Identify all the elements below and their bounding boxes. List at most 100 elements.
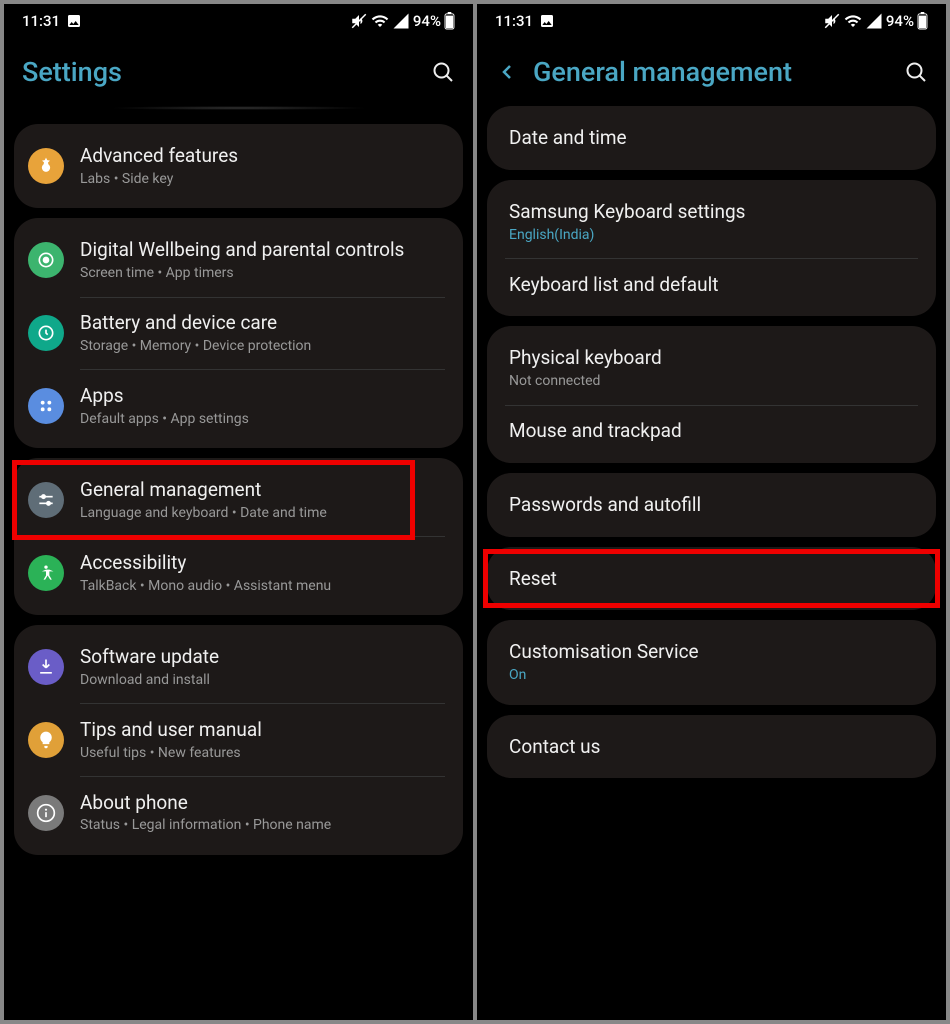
row-title: Tips and user manual bbox=[80, 718, 445, 742]
gm-group: Date and time bbox=[487, 106, 936, 170]
advanced-icon bbox=[28, 148, 64, 184]
row-text: Physical keyboard Not connected bbox=[509, 346, 918, 390]
row-text: About phone Status • Legal information • … bbox=[80, 791, 445, 835]
row-title: Customisation Service bbox=[509, 640, 918, 664]
settings-header: Settings bbox=[4, 36, 473, 106]
row-subtitle: English(India) bbox=[509, 227, 918, 245]
settings-group: General managementLanguage and keyboard … bbox=[14, 458, 463, 615]
row-subtitle: Not connected bbox=[509, 373, 918, 391]
row-title: Passwords and autofill bbox=[509, 493, 918, 517]
row-subtitle: Screen time • App timers bbox=[80, 265, 445, 283]
screenshot-icon bbox=[539, 13, 555, 29]
gm-row-contact-us[interactable]: Contact us bbox=[487, 721, 936, 773]
signal-icon bbox=[392, 12, 410, 30]
about-icon bbox=[28, 795, 64, 831]
general-management-list: Date and time Samsung Keyboard settings En… bbox=[477, 106, 946, 778]
page-title: Settings bbox=[22, 56, 417, 88]
settings-row-apps[interactable]: Apps Default apps • App settings bbox=[14, 370, 463, 442]
row-text: Keyboard list and default bbox=[509, 273, 918, 297]
row-text: Customisation Service On bbox=[509, 640, 918, 684]
row-title: Battery and device care bbox=[80, 311, 445, 335]
row-subtitle: TalkBack • Mono audio • Assistant menu bbox=[80, 578, 445, 596]
settings-list: Advanced featuresLabs • Side key Digital … bbox=[4, 124, 473, 855]
settings-row-advanced-features[interactable]: Advanced featuresLabs • Side key bbox=[14, 130, 463, 202]
row-subtitle: Useful tips • New features bbox=[80, 745, 445, 763]
settings-row-general-management[interactable]: General managementLanguage and keyboard … bbox=[14, 464, 463, 536]
battery-icon bbox=[444, 12, 455, 30]
status-bar: 11:31 94% bbox=[4, 4, 473, 36]
row-subtitle: Download and install bbox=[80, 672, 445, 690]
row-text: Date and time bbox=[509, 126, 918, 150]
row-title: Date and time bbox=[509, 126, 918, 150]
row-text: General managementLanguage and keyboard … bbox=[80, 478, 445, 522]
wifi-icon bbox=[844, 12, 862, 30]
row-subtitle: On bbox=[509, 667, 918, 685]
search-button[interactable] bbox=[904, 60, 928, 84]
wellbeing-icon bbox=[28, 242, 64, 278]
row-text: Software update Download and install bbox=[80, 645, 445, 689]
row-text: Accessibility TalkBack • Mono audio • Ass… bbox=[80, 551, 445, 595]
row-subtitle: Default apps • App settings bbox=[80, 411, 445, 429]
scroll-indicator bbox=[109, 106, 369, 110]
apps-icon bbox=[28, 388, 64, 424]
row-subtitle: Status • Legal information • Phone name bbox=[80, 817, 445, 835]
row-text: Samsung Keyboard settings English(India) bbox=[509, 200, 918, 244]
gm-row-mouse-and-trackpad[interactable]: Mouse and trackpad bbox=[487, 405, 936, 457]
settings-row-battery-and-device-care[interactable]: Battery and device care Storage • Memory … bbox=[14, 297, 463, 369]
row-title: Advanced features bbox=[80, 144, 445, 168]
gm-group: Contact us bbox=[487, 715, 936, 779]
settings-row-digital-wellbeing-and-parental-controls[interactable]: Digital Wellbeing and parental controls S… bbox=[14, 224, 463, 296]
row-title: Digital Wellbeing and parental controls bbox=[80, 238, 445, 262]
row-title: General management bbox=[80, 478, 445, 502]
settings-group: Software update Download and install Tips … bbox=[14, 625, 463, 855]
general-management-header: General management bbox=[477, 36, 946, 106]
back-button[interactable] bbox=[495, 60, 519, 84]
gm-group: Samsung Keyboard settings English(India) K… bbox=[487, 180, 936, 317]
gm-row-passwords-and-autofill[interactable]: Passwords and autofill bbox=[487, 479, 936, 531]
vibrate-icon bbox=[823, 12, 841, 30]
accessibility-icon bbox=[28, 555, 64, 591]
update-icon bbox=[28, 649, 64, 685]
gm-group: Passwords and autofill bbox=[487, 473, 936, 537]
status-time: 11:31 bbox=[22, 12, 60, 30]
row-text: Contact us bbox=[509, 735, 918, 759]
status-bar: 11:31 94% bbox=[477, 4, 946, 36]
settings-row-accessibility[interactable]: Accessibility TalkBack • Mono audio • Ass… bbox=[14, 537, 463, 609]
page-title: General management bbox=[533, 56, 890, 88]
gm-row-date-and-time[interactable]: Date and time bbox=[487, 112, 936, 164]
row-title: Software update bbox=[80, 645, 445, 669]
row-title: About phone bbox=[80, 791, 445, 815]
gm-row-customisation-service[interactable]: Customisation Service On bbox=[487, 626, 936, 698]
settings-row-software-update[interactable]: Software update Download and install bbox=[14, 631, 463, 703]
row-title: Physical keyboard bbox=[509, 346, 918, 370]
settings-group: Advanced featuresLabs • Side key bbox=[14, 124, 463, 208]
general-management-screen: 11:31 94% General management Date and ti… bbox=[477, 4, 946, 1020]
wifi-icon bbox=[371, 12, 389, 30]
row-text: Battery and device care Storage • Memory … bbox=[80, 311, 445, 355]
settings-row-tips-and-user-manual[interactable]: Tips and user manual Useful tips • New fe… bbox=[14, 704, 463, 776]
gm-row-samsung-keyboard-settings[interactable]: Samsung Keyboard settings English(India) bbox=[487, 186, 936, 258]
gm-group: Physical keyboard Not connected Mouse and … bbox=[487, 326, 936, 463]
row-text: Advanced featuresLabs • Side key bbox=[80, 144, 445, 188]
row-title: Contact us bbox=[509, 735, 918, 759]
row-text: Tips and user manual Useful tips • New fe… bbox=[80, 718, 445, 762]
settings-group: Digital Wellbeing and parental controls S… bbox=[14, 218, 463, 448]
row-title: Reset bbox=[509, 567, 918, 591]
search-button[interactable] bbox=[431, 60, 455, 84]
row-text: Apps Default apps • App settings bbox=[80, 384, 445, 428]
gm-row-reset[interactable]: Reset bbox=[487, 553, 936, 605]
gm-row-keyboard-list-and-default[interactable]: Keyboard list and default bbox=[487, 259, 936, 311]
battery-icon bbox=[917, 12, 928, 30]
row-subtitle: Storage • Memory • Device protection bbox=[80, 338, 445, 356]
row-title: Samsung Keyboard settings bbox=[509, 200, 918, 224]
battery-icon bbox=[28, 315, 64, 351]
battery-percent: 94% bbox=[886, 12, 914, 30]
tips-icon bbox=[28, 722, 64, 758]
row-text: Passwords and autofill bbox=[509, 493, 918, 517]
row-title: Accessibility bbox=[80, 551, 445, 575]
settings-row-about-phone[interactable]: About phone Status • Legal information • … bbox=[14, 777, 463, 849]
row-text: Mouse and trackpad bbox=[509, 419, 918, 443]
gm-group: Customisation Service On bbox=[487, 620, 936, 704]
gm-row-physical-keyboard[interactable]: Physical keyboard Not connected bbox=[487, 332, 936, 404]
row-title: Apps bbox=[80, 384, 445, 408]
